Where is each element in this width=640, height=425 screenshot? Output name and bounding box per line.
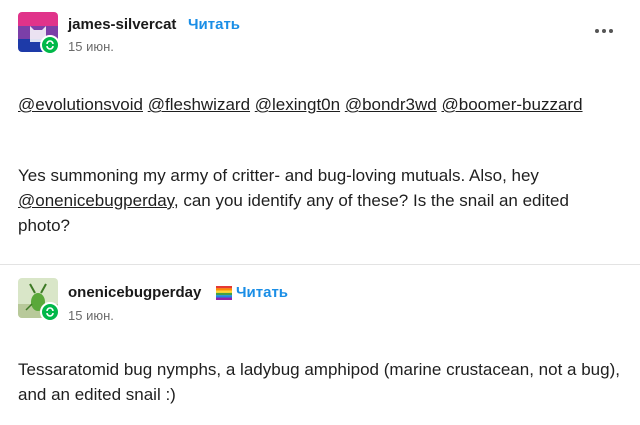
post-text: Tessaratomid bug nymphs, a ladybug amphi… — [18, 360, 620, 404]
username[interactable]: onenicebugperday — [68, 284, 201, 301]
mention-link[interactable]: @evolutionsvoid — [18, 95, 143, 114]
reblog-icon — [40, 302, 60, 322]
mention-link[interactable]: @fleshwizard — [148, 95, 250, 114]
username[interactable]: james-silvercat — [68, 16, 176, 33]
reblog-post-1: james-silvercat Читать 15 июн. @evolutio… — [0, 0, 640, 264]
post-text: Yes summoning my army of critter- and bu… — [18, 163, 622, 238]
post-text-part: Yes summoning my army of critter- and bu… — [18, 166, 539, 185]
follow-button[interactable]: Читать — [236, 284, 288, 301]
mention-link[interactable]: @bondr3wd — [345, 95, 437, 114]
more-options-icon[interactable] — [592, 26, 616, 36]
rainbow-flag-icon — [216, 286, 232, 300]
reblog-icon — [40, 35, 60, 55]
mention-link[interactable]: @boomer-buzzard — [441, 95, 582, 114]
mention-link[interactable]: @lexingt0n — [255, 95, 340, 114]
post-date[interactable]: 15 июн. — [68, 308, 114, 323]
follow-button[interactable]: Читать — [188, 16, 240, 33]
mention-link[interactable]: @onenicebugperday — [18, 191, 174, 210]
mentions-line: @evolutionsvoid @fleshwizard @lexingt0n … — [18, 92, 622, 117]
post-date[interactable]: 15 июн. — [68, 39, 114, 54]
